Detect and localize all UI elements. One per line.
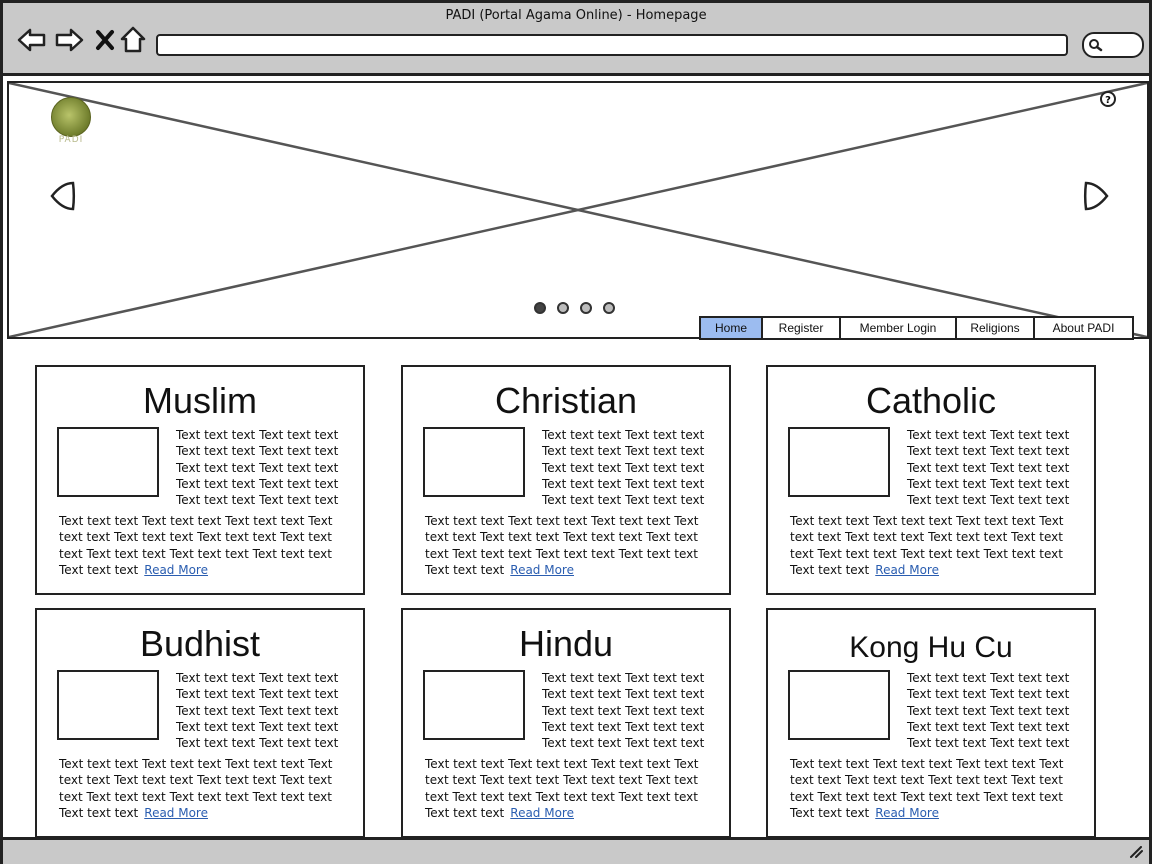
card-title: Budhist bbox=[139, 623, 261, 664]
site-logo[interactable]: PADI bbox=[49, 97, 93, 147]
card-body-text: Text text text Text text text Text text … bbox=[425, 756, 715, 821]
back-arrow-icon[interactable] bbox=[17, 25, 47, 55]
carousel-dot[interactable] bbox=[534, 302, 546, 314]
carousel-dot[interactable] bbox=[557, 302, 569, 314]
card-side-text: Text text text Text text text Text text … bbox=[542, 671, 705, 751]
image-placeholder bbox=[9, 83, 1147, 337]
svg-text:?: ? bbox=[1105, 95, 1111, 106]
card-title: Hindu bbox=[518, 623, 614, 664]
search-icon bbox=[1089, 39, 1103, 52]
read-more-link[interactable]: Read More bbox=[144, 806, 208, 820]
card-title: Kong Hu Cu bbox=[849, 631, 1013, 664]
url-input[interactable] bbox=[156, 34, 1068, 56]
card-body-text: Text text text Text text text Text text … bbox=[790, 513, 1080, 578]
read-more-link[interactable]: Read More bbox=[144, 563, 208, 577]
card-image-placeholder bbox=[423, 670, 525, 740]
carousel-prev-icon[interactable] bbox=[49, 181, 77, 211]
search-input[interactable] bbox=[1082, 32, 1144, 58]
card-side-text: Text text text Text text text Text text … bbox=[907, 428, 1070, 508]
hero-carousel: PADI ? bbox=[7, 81, 1149, 339]
religion-card: Muslim Text text text Text text text Text… bbox=[35, 365, 365, 595]
browser-toolbar: PADI (Portal Agama Online) - Homepage bbox=[3, 3, 1149, 76]
card-image-placeholder bbox=[57, 670, 159, 740]
resize-grip-icon[interactable] bbox=[1129, 846, 1143, 858]
nav-item-about-padi[interactable]: About PADI bbox=[1035, 318, 1132, 338]
close-icon[interactable] bbox=[90, 25, 120, 55]
card-title: Catholic bbox=[865, 380, 997, 421]
logo-emblem bbox=[51, 97, 91, 137]
carousel-dots bbox=[534, 302, 615, 314]
card-title: Christian bbox=[494, 380, 638, 421]
carousel-next-icon[interactable] bbox=[1082, 181, 1110, 211]
nav-item-religions[interactable]: Religions bbox=[957, 318, 1035, 338]
main-nav-menu: Home Register Member Login Religions About P… bbox=[699, 316, 1134, 340]
read-more-link[interactable]: Read More bbox=[875, 806, 939, 820]
nav-item-register[interactable]: Register bbox=[763, 318, 841, 338]
card-image-placeholder bbox=[788, 670, 890, 740]
nav-item-home[interactable]: Home bbox=[701, 318, 763, 338]
card-title: Muslim bbox=[143, 380, 257, 421]
religion-card: Christian Text text text Text text text T… bbox=[401, 365, 731, 595]
religion-card: Catholic Text text text Text text text Te… bbox=[766, 365, 1096, 595]
carousel-dot[interactable] bbox=[580, 302, 592, 314]
window-title: PADI (Portal Agama Online) - Homepage bbox=[445, 8, 707, 23]
read-more-link[interactable]: Read More bbox=[510, 563, 574, 577]
card-body-text: Text text text Text text text Text text … bbox=[59, 756, 349, 821]
card-side-text: Text text text Text text text Text text … bbox=[542, 428, 705, 508]
help-icon[interactable]: ? bbox=[1099, 90, 1117, 108]
card-image-placeholder bbox=[788, 427, 890, 497]
read-more-link[interactable]: Read More bbox=[875, 563, 939, 577]
home-icon[interactable] bbox=[118, 25, 148, 55]
religion-card: Budhist Text text text Text text text Tex… bbox=[35, 608, 365, 838]
card-side-text: Text text text Text text text Text text … bbox=[907, 671, 1070, 751]
browser-window: PADI (Portal Agama Online) - Homepage PA… bbox=[0, 0, 1152, 864]
nav-item-member-login[interactable]: Member Login bbox=[841, 318, 957, 338]
status-bar bbox=[3, 837, 1149, 864]
card-image-placeholder bbox=[57, 427, 159, 497]
card-body-text: Text text text Text text text Text text … bbox=[425, 513, 715, 578]
logo-text: PADI bbox=[58, 135, 84, 145]
religion-card: Hindu Text text text Text text text Text … bbox=[401, 608, 731, 838]
read-more-link[interactable]: Read More bbox=[510, 806, 574, 820]
forward-arrow-icon[interactable] bbox=[54, 25, 84, 55]
carousel-dot[interactable] bbox=[603, 302, 615, 314]
religion-card: Kong Hu Cu Text text text Text text text … bbox=[766, 608, 1096, 838]
card-side-text: Text text text Text text text Text text … bbox=[176, 671, 339, 751]
card-image-placeholder bbox=[423, 427, 525, 497]
card-side-text: Text text text Text text text Text text … bbox=[176, 428, 339, 508]
card-body-text: Text text text Text text text Text text … bbox=[59, 513, 349, 578]
card-body-text: Text text text Text text text Text text … bbox=[790, 756, 1080, 821]
